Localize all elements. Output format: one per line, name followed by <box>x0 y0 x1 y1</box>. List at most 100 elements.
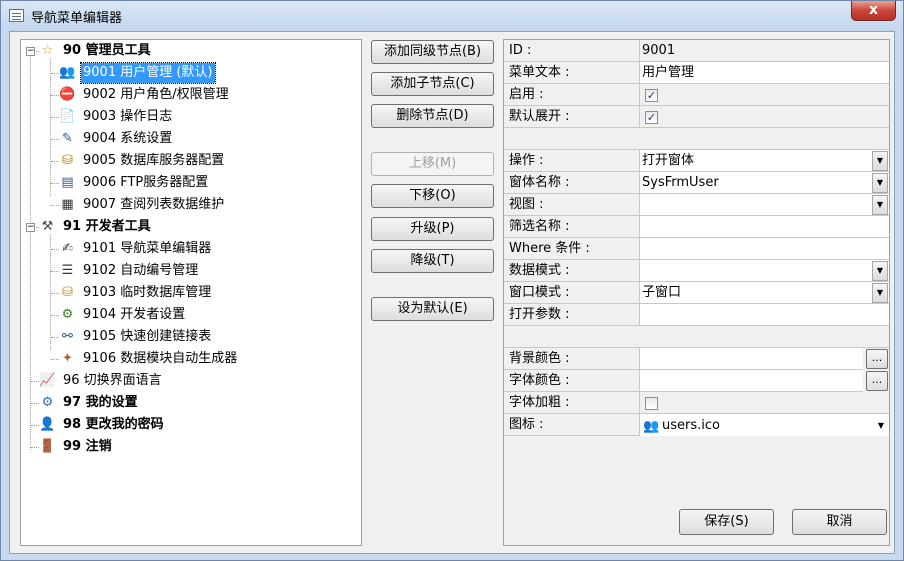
font-bold-cell <box>640 392 889 414</box>
add-sibling-node-button[interactable]: 添加同级节点(B) <box>371 40 494 64</box>
enabled-checkbox[interactable]: ✓ <box>645 89 658 102</box>
operation-select[interactable]: 打开窗体 ▼ <box>640 150 889 172</box>
tree-node[interactable]: ⛔ 9002 用户角色/权限管理 <box>59 85 359 105</box>
save-button[interactable]: 保存(S) <box>679 509 774 535</box>
where-field[interactable] <box>640 238 889 260</box>
demote-button[interactable]: 降级(T) <box>371 249 494 273</box>
tree-node[interactable]: 🚪 99 注销 <box>39 437 339 457</box>
fore-color-label: 字体颜色 : <box>504 370 640 392</box>
tree-node[interactable]: 📈 96 切换界面语言 <box>39 371 339 391</box>
icon-value: users.ico <box>662 418 720 433</box>
back-color-field[interactable] <box>640 348 863 370</box>
icon-select[interactable]: 👥 users.ico ▼ <box>640 414 889 436</box>
tree-node[interactable]: ▤ 9006 FTP服务器配置 <box>59 173 359 193</box>
window-mode-row: 窗口模式 : 子窗口 ▼ <box>504 282 889 304</box>
close-button[interactable]: x <box>851 1 896 21</box>
tree-node[interactable]: 👤 98 更改我的密码 <box>39 415 339 435</box>
tree-node[interactable]: ✦ 9106 数据模块自动生成器 <box>59 349 359 369</box>
database-server-icon: ⛁ <box>62 153 73 168</box>
delete-node-button[interactable]: 删除节点(D) <box>371 104 494 128</box>
font-bold-checkbox[interactable] <box>645 397 658 410</box>
set-default-button[interactable]: 设为默认(E) <box>371 297 494 321</box>
menu-text-field[interactable]: 用户管理 <box>640 62 889 84</box>
tree-guide-line <box>51 271 59 272</box>
back-color-picker-button[interactable]: ... <box>866 349 888 369</box>
default-expand-cell: ✓ <box>640 106 889 128</box>
tree-node[interactable]: ⚯ 9105 快速创建链接表 <box>59 327 359 347</box>
filter-name-field[interactable] <box>640 216 889 238</box>
tree-guide-line <box>31 381 39 382</box>
developer-settings-icon: ⚙ <box>61 307 74 322</box>
chevron-down-icon[interactable]: ▼ <box>878 414 884 438</box>
tree-guide-line <box>51 95 59 96</box>
tree-guide-line <box>51 139 59 140</box>
tree-node[interactable]: ✍ 9101 导航菜单编辑器 <box>59 239 359 259</box>
fore-color-picker-button[interactable]: ... <box>866 371 888 391</box>
developer-tools-icon: ⚒ <box>41 219 54 234</box>
operation-label: 操作 : <box>504 150 640 172</box>
tree-guide-line <box>51 117 59 118</box>
fore-color-field[interactable] <box>640 370 863 392</box>
collapse-toggle[interactable]: − <box>26 223 35 232</box>
promote-button[interactable]: 升级(P) <box>371 217 494 241</box>
fore-color-row: 字体颜色 : ... <box>504 370 889 392</box>
add-child-node-button[interactable]: 添加子节点(C) <box>371 72 494 96</box>
client-area: − ☆ 90 管理员工具 👥 9001 用户管理 (默认) ⛔ 9002 用户角色/权限管理… <box>9 31 895 554</box>
tree-node-label: 9103 临时数据库管理 <box>83 285 212 300</box>
list-data-icon: ▦ <box>61 197 74 212</box>
move-down-button[interactable]: 下移(O) <box>371 184 494 208</box>
tree-node-label: 9005 数据库服务器配置 <box>83 153 225 168</box>
chevron-down-icon[interactable]: ▼ <box>872 195 888 215</box>
tree-node-label: 98 更改我的密码 <box>63 417 164 432</box>
form-name-value: SysFrmUser <box>642 175 719 190</box>
tree-node-label: 9001 用户管理 (默认) <box>80 62 216 84</box>
icon-row: 图标 : 👥 users.ico ▼ <box>504 414 889 436</box>
settings-icon: ✎ <box>62 131 73 146</box>
view-select[interactable]: ▼ <box>640 194 889 216</box>
tree-guide-line <box>50 59 51 196</box>
tree-node[interactable]: ⚙ 9104 开发者设置 <box>59 305 359 325</box>
tree-node[interactable]: ⛁ 9103 临时数据库管理 <box>59 283 359 303</box>
tree-node-label: 9101 导航菜单编辑器 <box>83 241 212 256</box>
tree-node[interactable]: ▦ 9007 查阅列表数据维护 <box>59 195 359 215</box>
data-mode-row: 数据模式 : ▼ <box>504 260 889 282</box>
data-mode-select[interactable]: ▼ <box>640 260 889 282</box>
tree-node[interactable]: ⚙ 97 我的设置 <box>39 393 339 413</box>
tree-guide-line <box>31 425 39 426</box>
tree-guide-line <box>51 293 59 294</box>
tree-node[interactable]: ⚒ 91 开发者工具 <box>39 217 339 237</box>
tree-guide-line <box>31 403 39 404</box>
font-bold-label: 字体加粗 : <box>504 392 640 414</box>
tree-guide-line <box>51 73 59 74</box>
menu-text-label: 菜单文本 : <box>504 62 640 84</box>
cancel-button[interactable]: 取消 <box>792 509 887 535</box>
users-icon: 👥 <box>643 419 660 434</box>
magic-wand-icon: ✦ <box>62 351 73 366</box>
chevron-down-icon[interactable]: ▼ <box>872 283 888 303</box>
collapse-toggle[interactable]: − <box>26 47 35 56</box>
tree-node-label: 9003 操作日志 <box>83 109 173 124</box>
chevron-down-icon[interactable]: ▼ <box>872 261 888 281</box>
tree-node[interactable]: ✎ 9004 系统设置 <box>59 129 359 149</box>
temp-database-icon: ⛁ <box>62 285 73 300</box>
tree-node[interactable]: ☰ 9102 自动编号管理 <box>59 261 359 281</box>
back-color-row: 背景颜色 : ... <box>504 348 889 370</box>
tree-node[interactable]: 📄 9003 操作日志 <box>59 107 359 127</box>
tree-node[interactable]: ⛁ 9005 数据库服务器配置 <box>59 151 359 171</box>
tree-node-label: 90 管理员工具 <box>63 43 151 58</box>
move-up-button[interactable]: 上移(M) <box>371 152 494 176</box>
navigation-menu-editor-window: 导航菜单编辑器 x − ☆ 90 管理员工具 👥 9001 用户管理 (默认) ⛔ 9002… <box>0 0 904 561</box>
chevron-down-icon[interactable]: ▼ <box>872 173 888 193</box>
icon-label: 图标 : <box>504 414 640 436</box>
tree-node[interactable]: 👥 9001 用户管理 (默认) <box>59 62 359 84</box>
default-expand-checkbox[interactable]: ✓ <box>645 111 658 124</box>
chevron-down-icon[interactable]: ▼ <box>872 151 888 171</box>
open-args-row: 打开参数 : <box>504 304 889 326</box>
menu-text-row: 菜单文本 : 用户管理 <box>504 62 889 84</box>
separator-row <box>504 128 889 150</box>
form-name-select[interactable]: SysFrmUser ▼ <box>640 172 889 194</box>
tree-node[interactable]: ☆ 90 管理员工具 <box>39 41 339 61</box>
open-args-field[interactable] <box>640 304 889 326</box>
menu-tree[interactable]: − ☆ 90 管理员工具 👥 9001 用户管理 (默认) ⛔ 9002 用户角色/权限管理… <box>20 39 362 546</box>
window-mode-select[interactable]: 子窗口 ▼ <box>640 282 889 304</box>
